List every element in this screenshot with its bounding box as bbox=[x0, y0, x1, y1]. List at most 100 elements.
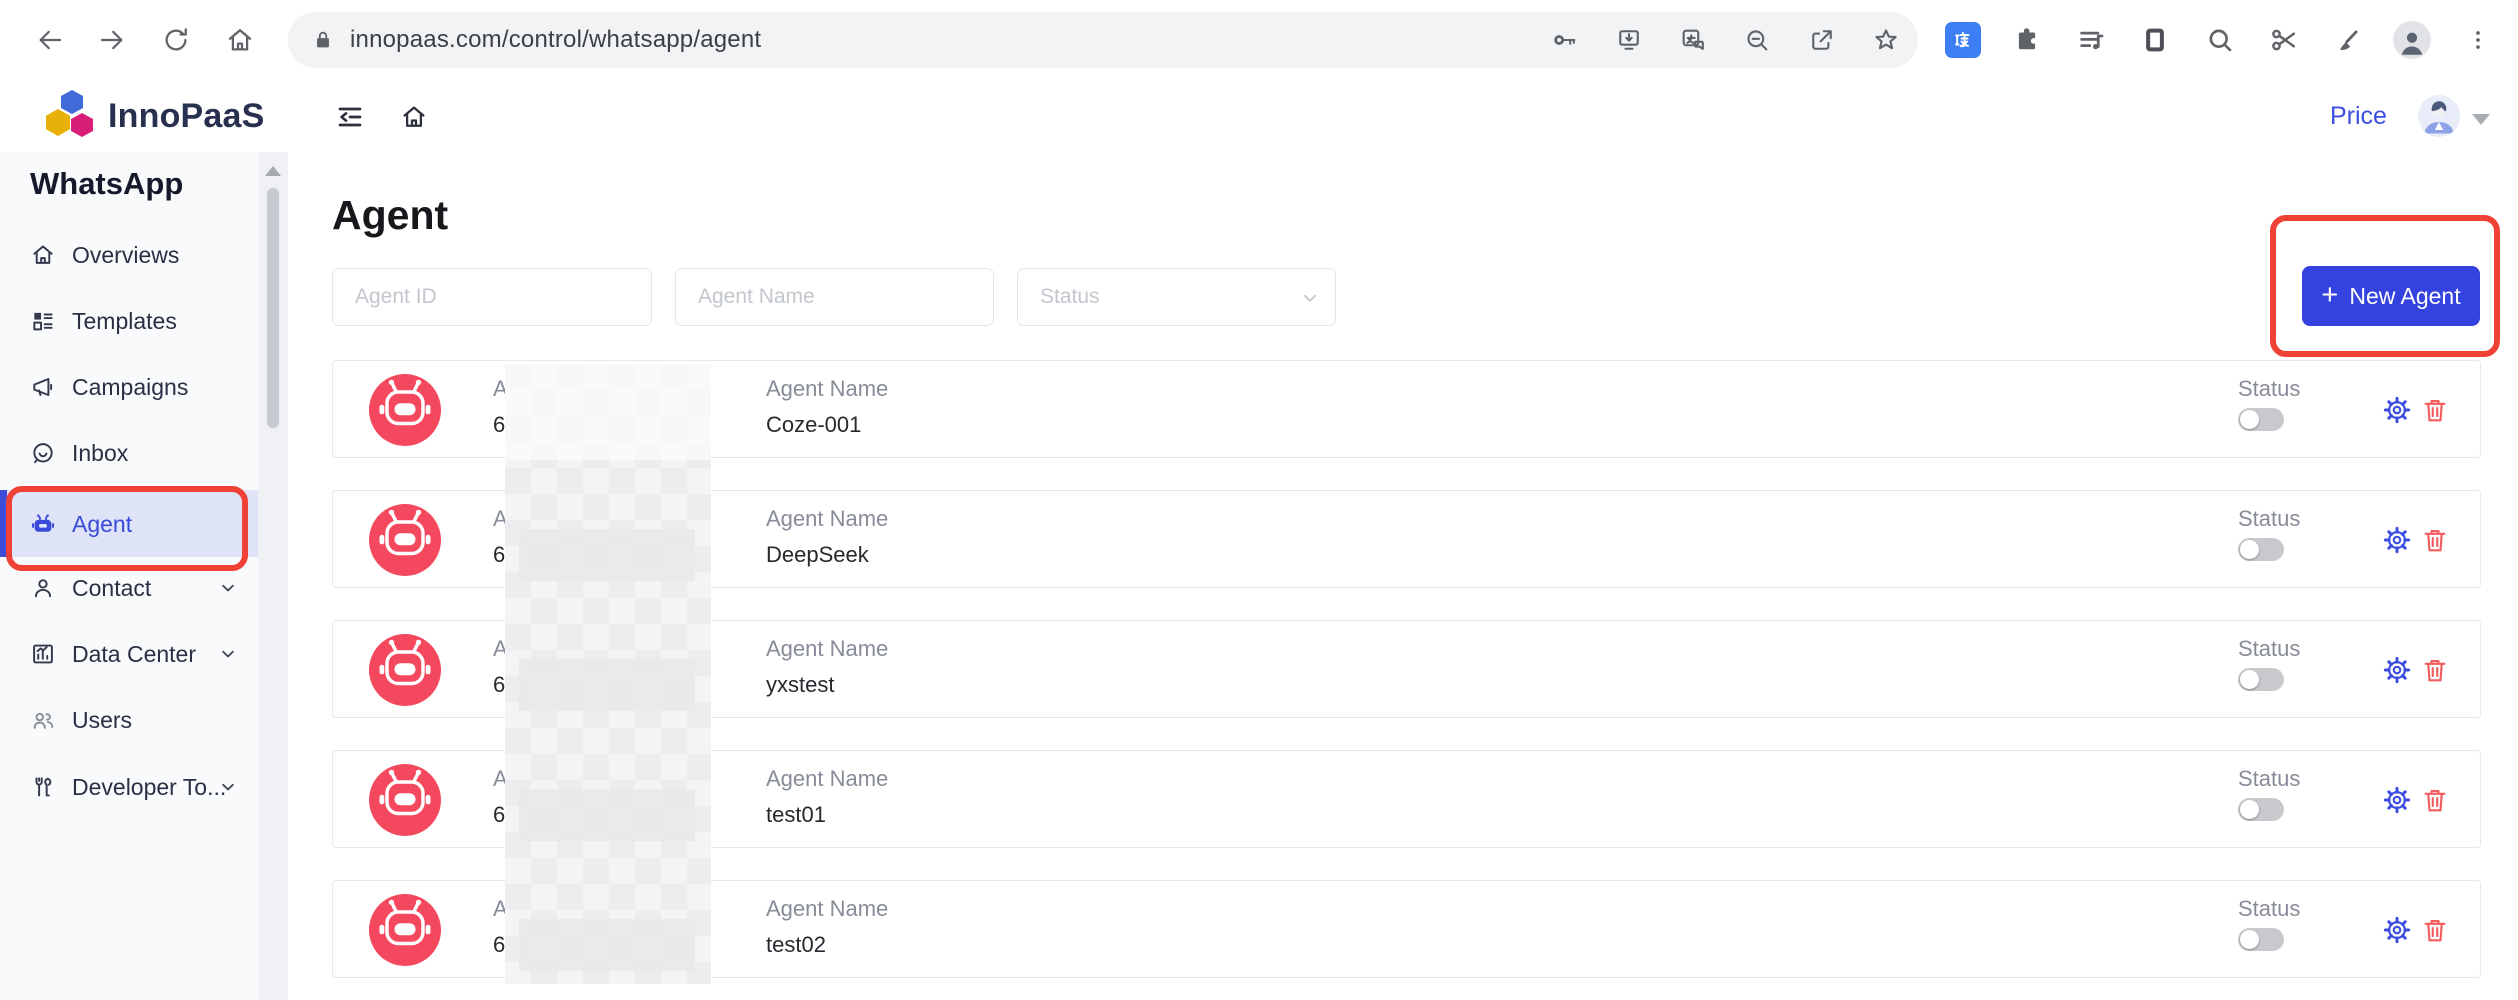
status-label: Status bbox=[2238, 766, 2300, 792]
browser-profile-icon[interactable] bbox=[2392, 20, 2432, 60]
status-label: Status bbox=[2238, 506, 2300, 532]
robot-avatar-icon bbox=[369, 894, 441, 966]
scrollbar-thumb[interactable] bbox=[267, 188, 279, 428]
sidebar-item-label: Campaigns bbox=[72, 365, 188, 409]
robot-avatar-icon bbox=[369, 374, 441, 446]
app-home-icon[interactable] bbox=[396, 99, 432, 135]
person-icon bbox=[30, 575, 56, 601]
settings-gear-icon[interactable] bbox=[2382, 655, 2412, 685]
sidebar-title: WhatsApp bbox=[30, 166, 183, 202]
url-text[interactable]: innopaas.com/control/whatsapp/agent bbox=[350, 26, 761, 54]
media-playlist-icon[interactable] bbox=[2071, 20, 2111, 60]
status-toggle[interactable] bbox=[2238, 928, 2284, 951]
translate-extension-icon[interactable] bbox=[1943, 20, 1983, 60]
chart-icon bbox=[30, 641, 56, 667]
agent-name-value: test01 bbox=[766, 802, 826, 828]
sidebar-item-data-center[interactable]: Data Center bbox=[0, 632, 258, 676]
megaphone-icon bbox=[30, 374, 56, 400]
settings-gear-icon[interactable] bbox=[2382, 395, 2412, 425]
agent-name-value: DeepSeek bbox=[766, 542, 869, 568]
delete-trash-icon[interactable] bbox=[2420, 785, 2450, 815]
app-header: InnoPaaS Price bbox=[0, 80, 2518, 153]
delete-trash-icon[interactable] bbox=[2420, 915, 2450, 945]
back-icon[interactable] bbox=[30, 20, 70, 60]
settings-gear-icon[interactable] bbox=[2382, 525, 2412, 555]
reload-icon[interactable] bbox=[156, 20, 196, 60]
share-icon[interactable] bbox=[1808, 26, 1836, 54]
sidebar-item-label: Overviews bbox=[72, 233, 179, 277]
kebab-menu-icon[interactable] bbox=[2458, 20, 2498, 60]
zoom-out-icon[interactable] bbox=[1743, 26, 1771, 54]
status-label: Status bbox=[2238, 376, 2300, 402]
robot-avatar-icon bbox=[369, 504, 441, 576]
user-menu-caret-icon[interactable] bbox=[2472, 114, 2490, 125]
reader-frame-icon[interactable] bbox=[2135, 20, 2175, 60]
scissors-icon[interactable] bbox=[2264, 20, 2304, 60]
sidebar-item-label: Developer To... bbox=[72, 765, 226, 809]
sidebar-item-developer-tools[interactable]: Developer To... bbox=[0, 765, 258, 809]
collapse-menu-icon[interactable] bbox=[332, 99, 368, 135]
delete-trash-icon[interactable] bbox=[2420, 655, 2450, 685]
delete-trash-icon[interactable] bbox=[2420, 525, 2450, 555]
translate-page-icon[interactable] bbox=[1679, 26, 1707, 54]
page: innopaas.com/control/whatsapp/agent bbox=[0, 0, 2518, 1000]
forward-icon[interactable] bbox=[92, 20, 132, 60]
status-toggle[interactable] bbox=[2238, 538, 2284, 561]
chevron-down-icon bbox=[220, 646, 236, 662]
select-chevron-down-icon bbox=[1301, 289, 1319, 307]
agent-id-input[interactable] bbox=[333, 269, 695, 325]
price-link[interactable]: Price bbox=[2330, 80, 2387, 152]
extensions-puzzle-icon[interactable] bbox=[2007, 20, 2047, 60]
sidebar-item-templates[interactable]: Templates bbox=[0, 299, 258, 343]
user-avatar[interactable] bbox=[2418, 95, 2460, 137]
sidebar-item-label: Inbox bbox=[72, 431, 128, 475]
status-select-placeholder: Status bbox=[1040, 269, 1100, 325]
plus-icon: + bbox=[2321, 281, 2338, 310]
status-filter-select[interactable]: Status bbox=[1017, 268, 1336, 326]
sidebar-item-contact[interactable]: Contact bbox=[0, 566, 258, 610]
address-bar[interactable]: innopaas.com/control/whatsapp/agent bbox=[288, 12, 1918, 68]
new-agent-label: New Agent bbox=[2349, 283, 2460, 310]
sidebar-item-label: Agent bbox=[72, 502, 132, 546]
scroll-up-arrow-icon[interactable] bbox=[265, 166, 281, 176]
robot-avatar-icon bbox=[369, 634, 441, 706]
robot-icon bbox=[30, 511, 56, 537]
browser-toolbar: innopaas.com/control/whatsapp/agent bbox=[0, 0, 2518, 81]
sidebar-item-label: Contact bbox=[72, 566, 151, 610]
agent-name-value: test02 bbox=[766, 932, 826, 958]
settings-gear-icon[interactable] bbox=[2382, 785, 2412, 815]
find-search-icon[interactable] bbox=[2200, 20, 2240, 60]
status-toggle[interactable] bbox=[2238, 798, 2284, 821]
sidebar-item-campaigns[interactable]: Campaigns bbox=[0, 365, 258, 409]
cleaner-broom-icon[interactable] bbox=[2328, 20, 2368, 60]
chevron-down-icon bbox=[220, 580, 236, 596]
agent-name-input[interactable] bbox=[676, 269, 1037, 325]
bookmark-star-icon[interactable] bbox=[1872, 26, 1900, 54]
sidebar-item-label: Templates bbox=[72, 299, 177, 343]
sidebar-item-inbox[interactable]: Inbox bbox=[0, 431, 258, 475]
status-toggle[interactable] bbox=[2238, 668, 2284, 691]
site-lock-icon[interactable] bbox=[312, 29, 334, 51]
chat-smile-icon bbox=[30, 440, 56, 466]
save-to-device-icon[interactable] bbox=[1615, 26, 1643, 54]
sidebar: WhatsApp Overviews Templates Campaig bbox=[0, 152, 288, 1000]
main-content: Agent Status + New Agent bbox=[288, 152, 2518, 1000]
browser-home-icon[interactable] bbox=[220, 20, 260, 60]
status-label: Status bbox=[2238, 896, 2300, 922]
redaction-mosaic bbox=[505, 364, 711, 984]
delete-trash-icon[interactable] bbox=[2420, 395, 2450, 425]
settings-gear-icon[interactable] bbox=[2382, 915, 2412, 945]
agent-id-filter-input[interactable] bbox=[332, 268, 652, 326]
sidebar-item-users[interactable]: Users bbox=[0, 698, 258, 742]
sidebar-item-agent[interactable]: Agent bbox=[0, 502, 258, 546]
tools-icon bbox=[30, 774, 56, 800]
status-toggle[interactable] bbox=[2238, 408, 2284, 431]
innopaas-logo-icon bbox=[46, 90, 98, 142]
agent-name-label: Agent Name bbox=[766, 506, 888, 532]
agent-name-filter-input[interactable] bbox=[675, 268, 994, 326]
body: WhatsApp Overviews Templates Campaig bbox=[0, 152, 2518, 1000]
new-agent-button[interactable]: + New Agent bbox=[2302, 266, 2480, 326]
sidebar-scrollbar[interactable] bbox=[258, 152, 288, 1000]
sidebar-item-overviews[interactable]: Overviews bbox=[0, 233, 258, 277]
key-icon[interactable] bbox=[1551, 26, 1579, 54]
